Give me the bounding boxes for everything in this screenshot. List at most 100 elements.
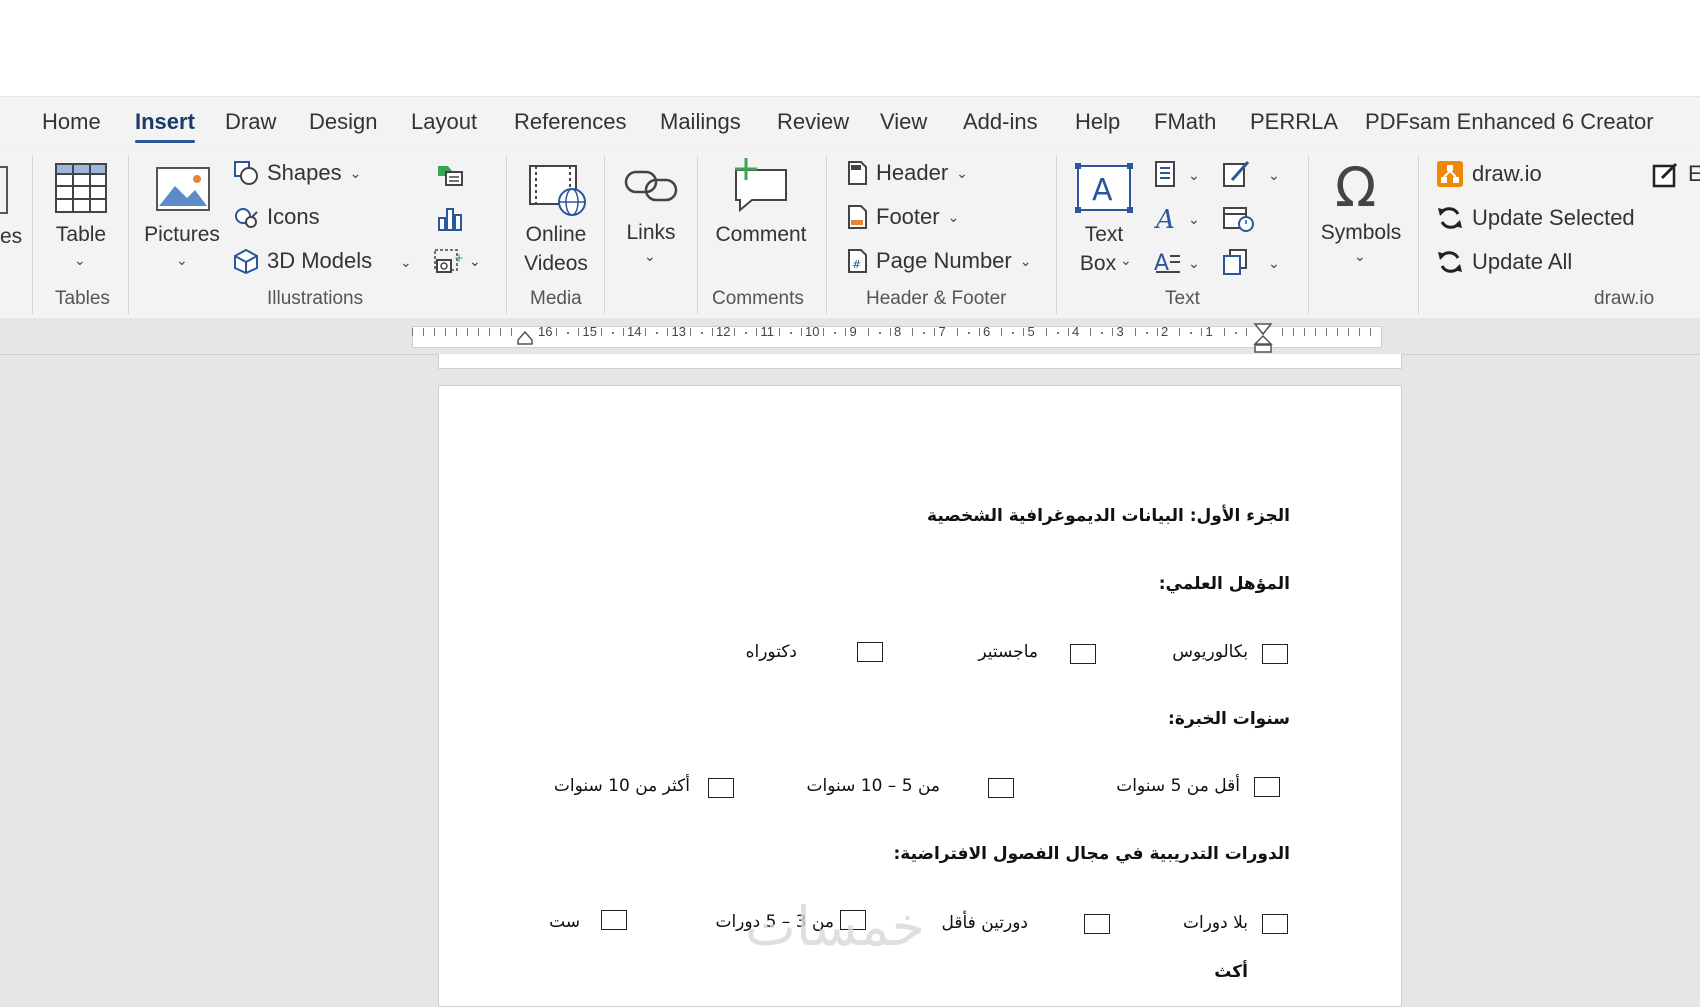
- tab-mailings[interactable]: Mailings: [660, 109, 741, 135]
- header-button[interactable]: Header ⌄: [846, 160, 968, 186]
- ruler-tick: [956, 328, 958, 336]
- checkbox-less-than-5[interactable]: [1254, 777, 1280, 797]
- drawio-label: draw.io: [1472, 161, 1542, 186]
- tab-add-ins[interactable]: Add-ins: [963, 109, 1038, 135]
- footer-button[interactable]: Footer ⌄: [846, 204, 959, 230]
- tab-layout[interactable]: Layout: [411, 109, 477, 135]
- cube-icon: [234, 248, 258, 274]
- option-six: ست: [549, 912, 580, 932]
- tab-fmath[interactable]: FMath: [1154, 109, 1216, 135]
- text-box-line2[interactable]: Box: [1068, 249, 1128, 278]
- svg-text:Ω: Ω: [1335, 160, 1376, 212]
- ruler-number: 6: [983, 324, 991, 339]
- ruler-tick: [1315, 328, 1316, 336]
- tab-help[interactable]: Help: [1075, 109, 1120, 135]
- checkbox-six[interactable]: [601, 910, 627, 930]
- ruler-tick: [500, 328, 501, 336]
- ruler-dot: [923, 332, 925, 334]
- ruler-tick: [867, 328, 869, 336]
- tab-design[interactable]: Design: [309, 109, 377, 135]
- chevron-down-icon: ⌄: [956, 164, 968, 181]
- checkbox-master[interactable]: [1070, 644, 1096, 664]
- quick-parts-icon[interactable]: ⌄: [1154, 160, 1204, 188]
- object-icon[interactable]: ⌄: [1222, 248, 1282, 276]
- group-label-media: Media: [530, 288, 582, 309]
- date-time-icon[interactable]: [1222, 204, 1256, 232]
- ruler-tick: [1293, 328, 1294, 336]
- ruler-tick: [511, 328, 512, 336]
- symbols-button[interactable]: Symbols: [1314, 218, 1408, 247]
- checkbox-no-courses[interactable]: [1262, 914, 1288, 934]
- ruler-number: 16: [538, 324, 553, 339]
- tab-perrla[interactable]: PERRLA: [1250, 109, 1338, 135]
- checkbox-5-to-10[interactable]: [988, 778, 1014, 798]
- tab-pdfsam[interactable]: PDFsam Enhanced 6 Creator: [1365, 109, 1654, 135]
- ruler-tick: [1001, 328, 1002, 336]
- 3d-models-button[interactable]: 3D Models: [233, 248, 372, 274]
- drawio-button[interactable]: draw.io: [1436, 160, 1542, 188]
- option-bachelor: بكالوريوس: [1172, 642, 1248, 662]
- tab-draw[interactable]: Draw: [225, 109, 276, 135]
- update-all-label: Update All: [1472, 249, 1573, 274]
- drop-cap-icon[interactable]: A ⌄: [1154, 248, 1204, 276]
- new-comment-icon[interactable]: [730, 156, 790, 213]
- ruler-tick: [823, 328, 824, 336]
- pictures-button[interactable]: Pictures: [143, 220, 221, 249]
- tab-insert[interactable]: Insert: [135, 109, 195, 143]
- update-selected-button[interactable]: Update Selected: [1436, 204, 1635, 232]
- ruler-tick: [1370, 328, 1371, 336]
- tab-references[interactable]: References: [514, 109, 627, 135]
- tab-home[interactable]: Home: [42, 109, 101, 135]
- shapes-label: Shapes: [267, 160, 342, 185]
- chart-icon[interactable]: [436, 206, 464, 232]
- text-box-icon[interactable]: A: [1074, 162, 1134, 216]
- smartart-icon[interactable]: [436, 162, 464, 188]
- option-no-courses: بلا دورات: [1183, 913, 1248, 933]
- checkbox-two-or-less[interactable]: [1084, 914, 1110, 934]
- ruler-dot: [1101, 332, 1103, 334]
- chevron-down-icon[interactable]: ⌄: [400, 254, 412, 271]
- text-box-line1[interactable]: Text: [1074, 220, 1134, 249]
- wordart-icon[interactable]: A ⌄: [1154, 204, 1204, 235]
- online-video-icon[interactable]: [528, 164, 588, 218]
- checkbox-bachelor[interactable]: [1262, 644, 1288, 664]
- links-button[interactable]: Links: [618, 218, 684, 247]
- ruler-number: 1: [1205, 324, 1213, 339]
- icons-button[interactable]: Icons: [233, 204, 320, 230]
- omega-icon[interactable]: Ω: [1333, 156, 1383, 219]
- ruler-tick: [1201, 328, 1202, 336]
- tab-view[interactable]: View: [880, 109, 927, 135]
- right-indent-marker-icon[interactable]: [1253, 322, 1273, 354]
- comment-button[interactable]: Comment: [706, 220, 816, 249]
- table-icon[interactable]: [54, 162, 108, 214]
- separator: [604, 156, 605, 314]
- ruler-dot: [700, 332, 703, 334]
- ribbon-tabs: Home Insert Draw Design Layout Reference…: [0, 96, 1700, 149]
- update-all-button[interactable]: Update All: [1436, 248, 1572, 276]
- checkbox-phd[interactable]: [857, 642, 883, 662]
- ruler-tick: [845, 328, 846, 336]
- horizontal-ruler[interactable]: 16 15 14 13 12 11 10 9 8 7 6 5 4 3 2 1: [0, 318, 1700, 355]
- shapes-button[interactable]: Shapes ⌄: [233, 160, 361, 186]
- signature-line-icon[interactable]: ⌄: [1222, 160, 1282, 188]
- online-videos-line1[interactable]: Online: [518, 220, 594, 249]
- tab-review[interactable]: Review: [777, 109, 849, 135]
- pictures-icon[interactable]: [155, 166, 211, 212]
- option-more-than-10: أكثر من 10 سنوات: [553, 776, 690, 796]
- link-icon[interactable]: [624, 166, 678, 206]
- edit-diagram-button[interactable]: E: [1652, 160, 1700, 188]
- left-indent-marker-icon[interactable]: [516, 330, 534, 346]
- screenshot-icon[interactable]: + ⌄: [433, 248, 483, 276]
- page-number-button[interactable]: # Page Number ⌄: [846, 248, 1031, 274]
- ruler-number: 7: [938, 324, 946, 339]
- ruler-tick: [711, 328, 713, 336]
- ruler-number: 8: [894, 324, 902, 339]
- group-label-comments: Comments: [712, 288, 804, 309]
- checkbox-more-than-10[interactable]: [708, 778, 734, 798]
- separator: [32, 156, 33, 314]
- online-videos-line2[interactable]: Videos: [518, 249, 594, 278]
- footer-label: Footer: [876, 204, 940, 229]
- ruler-tick: [1134, 328, 1136, 336]
- ruler-tick: [667, 328, 668, 336]
- table-button[interactable]: Table: [52, 220, 110, 249]
